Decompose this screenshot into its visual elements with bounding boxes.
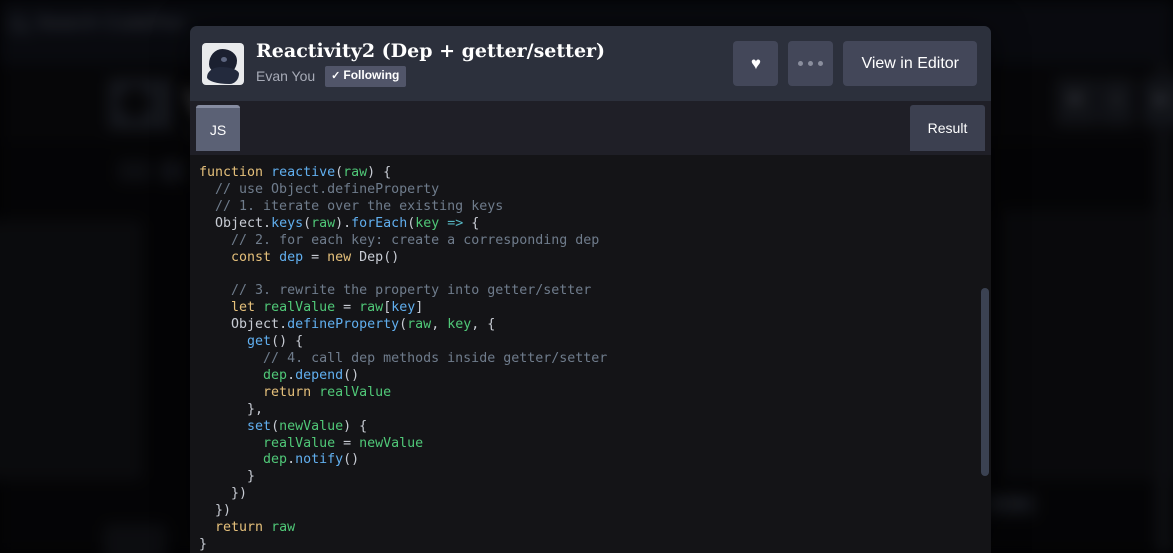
more-options-button[interactable] (788, 41, 834, 86)
code-content: function reactive(raw) { // use Object.d… (199, 165, 608, 552)
avatar (202, 42, 244, 85)
ellipsis-icon (798, 61, 824, 66)
pen-detail-modal: Reactivity2 (Dep + getter/setter) Evan Y… (190, 26, 991, 553)
editor-scrollbar-track[interactable] (981, 155, 990, 553)
view-in-editor-button[interactable]: View in Editor (843, 41, 977, 86)
pen-title-block: Reactivity2 (Dep + getter/setter) Evan Y… (256, 40, 733, 87)
heart-icon: ♥ (750, 54, 762, 73)
code-editor[interactable]: function reactive(raw) { // use Object.d… (190, 155, 991, 553)
author-row: Evan You ✓ Following (256, 66, 733, 87)
tab-js[interactable]: JS (196, 105, 240, 151)
status-badge[interactable]: ✓ Following (325, 66, 407, 87)
codepen-pen-overlay-page: Search CodePen Vi Evan You Unlisted Reac… (0, 0, 1173, 553)
tab-result[interactable]: Result (910, 105, 985, 151)
author-name[interactable]: Evan You (256, 68, 315, 85)
editor-tabbar: JS Result (190, 101, 991, 155)
modal-header: Reactivity2 (Dep + getter/setter) Evan Y… (190, 26, 991, 101)
header-actions: ♥ View in Editor (733, 41, 977, 86)
check-icon: ✓ (331, 70, 341, 82)
follow-badge-label: Following (343, 68, 400, 82)
love-button[interactable]: ♥ (733, 41, 779, 86)
page-title: Reactivity2 (Dep + getter/setter) (256, 40, 606, 62)
editor-scrollbar-thumb[interactable] (981, 288, 989, 476)
